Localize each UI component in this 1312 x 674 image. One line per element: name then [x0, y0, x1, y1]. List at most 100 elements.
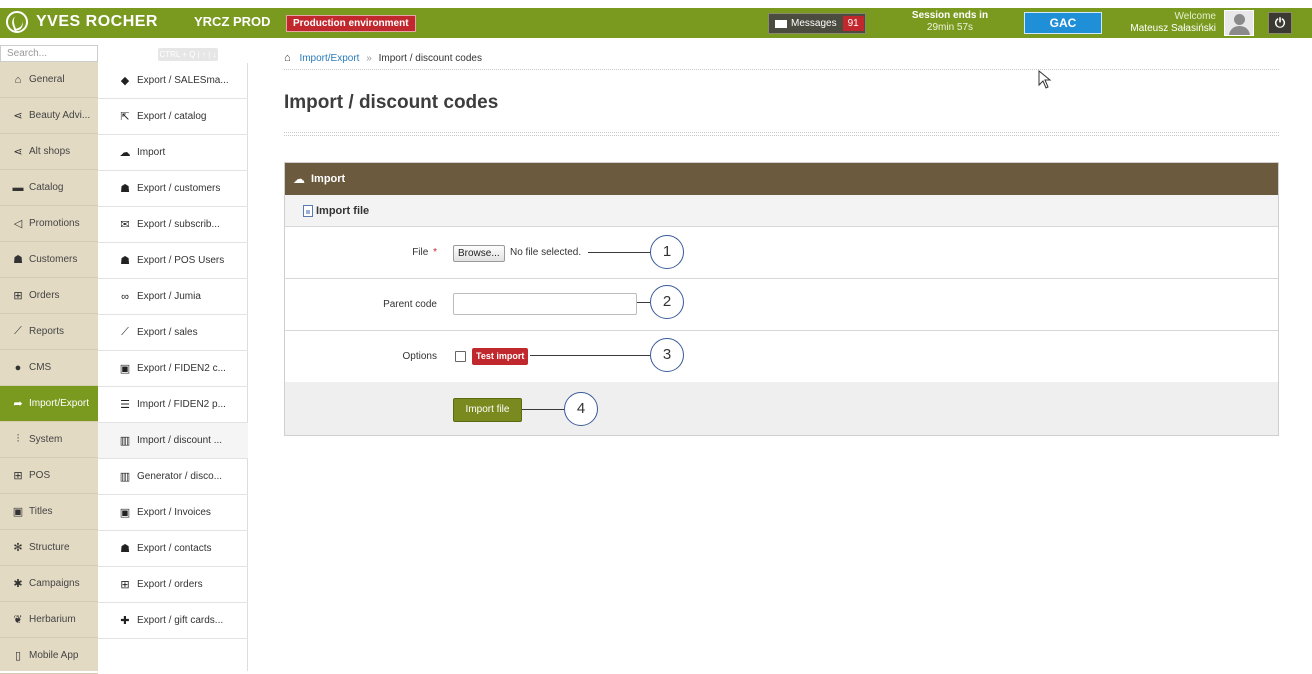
parent-code-label: Parent code	[383, 299, 437, 310]
submenu-item-label: Export / SALESma...	[137, 75, 229, 86]
sidebar-item-herbarium[interactable]: ❦ Herbarium	[0, 602, 98, 638]
submenu-item[interactable]: ▥ Generator / disco...	[98, 459, 248, 495]
options-row: Options	[285, 331, 1278, 383]
sidebar-item-campaigns[interactable]: ✱ Campaigns	[0, 566, 98, 602]
share-arrow-icon: ➦	[13, 398, 23, 410]
sidebar-item-general[interactable]: ⌂ General	[0, 62, 98, 98]
submenu-item[interactable]: ☰ Import / FIDEN2 p...	[98, 387, 248, 423]
mobile-icon: ▯	[14, 650, 22, 662]
submenu-item[interactable]: ◆ Export / SALESma...	[98, 63, 248, 99]
sidebar-item-orders[interactable]: ⊞ Orders	[0, 278, 98, 314]
sidebar-item-import-export[interactable]: ➦ Import/Export	[0, 386, 98, 422]
required-marker: *	[433, 247, 437, 258]
sidebar-item-structure[interactable]: ✻ Structure	[0, 530, 98, 566]
breadcrumb-current: Import / discount codes	[378, 53, 482, 64]
user-icon: ☗	[120, 255, 130, 267]
link-icon: ∞	[121, 290, 129, 303]
sidebar-item-label: Mobile App	[29, 650, 79, 661]
callout-2: 2	[650, 285, 684, 319]
submenu-item[interactable]: ⟋ Export / sales	[98, 315, 248, 351]
sidebar-item-beauty-advi[interactable]: ⋖ Beauty Advi...	[0, 98, 98, 134]
chart-icon: ⟋	[14, 325, 22, 337]
cart-icon: ⊞	[13, 470, 23, 482]
parent-code-row: Parent code	[285, 279, 1278, 331]
submenu-item[interactable]: ☗ Export / customers	[98, 171, 248, 207]
search-shortcut-hint: CTRL + Q | ↑ | ↓	[158, 48, 218, 61]
submenu-item[interactable]: ☗ Export / contacts	[98, 531, 248, 567]
sidebar-item-pos[interactable]: ⊞ POS	[0, 458, 98, 494]
share-icon: ⋖	[13, 146, 23, 158]
home-icon[interactable]: ⌂	[284, 52, 291, 64]
sidebar-item-alt-shops[interactable]: ⋖ Alt shops	[0, 134, 98, 170]
browse-button[interactable]: Browse...	[453, 245, 505, 262]
users-icon: ☗	[120, 543, 130, 555]
messages-button[interactable]: Messages 91	[768, 13, 866, 34]
brand-logo[interactable]: YVES ROCHER	[6, 11, 158, 33]
sidebar-item-mobile-app[interactable]: ▯ Mobile App	[0, 638, 98, 674]
submenu-item-label: Import	[137, 147, 166, 158]
form-actions: Import file	[285, 382, 1278, 435]
callout-line-2	[637, 302, 650, 303]
sidebar-item-promotions[interactable]: ◁ Promotions	[0, 206, 98, 242]
test-import-checkbox[interactable]	[455, 351, 466, 362]
folder-icon: ▬	[12, 181, 24, 194]
sidebar-item-system[interactable]: ⫶ System	[0, 422, 98, 458]
power-icon: ⏻	[1274, 15, 1286, 30]
sidebar-item-label: Beauty Advi...	[29, 110, 91, 121]
file-row: File * Browse... No file selected.	[285, 227, 1278, 279]
panel-header: ☁ Import	[285, 163, 1278, 195]
submenu-item-label: Export / customers	[137, 183, 221, 194]
panel-title: Import	[311, 173, 346, 185]
barcode-icon: ▥	[119, 471, 131, 483]
submenu-item[interactable]: ▣ Export / Invoices	[98, 495, 248, 531]
chart-icon: ⟋	[121, 326, 129, 338]
breadcrumb-link-import-export[interactable]: Import/Export	[299, 53, 359, 64]
submenu-item-label: Export / orders	[137, 579, 203, 590]
submenu-item[interactable]: ▣ Export / FIDEN2 c...	[98, 351, 248, 387]
list-icon: ☰	[120, 399, 130, 411]
barcode-icon: ▥	[119, 435, 131, 447]
submenu-item[interactable]: ☗ Export / POS Users	[98, 243, 248, 279]
submenu: ◆ Export / SALESma... ⇱ Export / catalog ☁ Im…	[98, 63, 248, 671]
submenu-item[interactable]: ⇱ Export / catalog	[98, 99, 248, 135]
app-frame: YVES ROCHER YRCZ PROD Production environ…	[0, 0, 1312, 674]
options-label: Options	[402, 351, 437, 362]
section-header: Import file	[285, 195, 1278, 227]
sidebar-item-titles[interactable]: ▣ Titles	[0, 494, 98, 530]
callout-3: 3	[650, 338, 684, 372]
test-import-badge[interactable]: Test import	[472, 348, 529, 365]
submenu-item-label: Export / FIDEN2 c...	[137, 363, 226, 374]
submenu-item-label: Export / Invoices	[137, 507, 211, 518]
environment-name: YRCZ PROD	[194, 14, 271, 29]
submenu-item[interactable]: ✚ Export / gift cards...	[98, 603, 248, 639]
sidebar-item-label: Reports	[29, 326, 65, 337]
submenu-item-label: Import / FIDEN2 p...	[137, 399, 226, 410]
submenu-item[interactable]: ∞ Export / Jumia	[98, 279, 248, 315]
submenu-item[interactable]: ⊞ Export / orders	[98, 567, 248, 603]
share-icon: ⋖	[13, 110, 23, 122]
brand-name: YVES ROCHER	[36, 13, 158, 30]
cart-icon: ⊞	[13, 290, 23, 302]
logout-button[interactable]: ⏻	[1268, 12, 1292, 34]
file-label: File *	[285, 247, 437, 258]
gac-button[interactable]: GAC	[1024, 12, 1102, 34]
sidebar-item-customers[interactable]: ☗ Customers	[0, 242, 98, 278]
cart-icon: ⊞	[120, 579, 130, 591]
search-input[interactable]: Search...	[0, 45, 98, 62]
submenu-item[interactable]: ✉ Export / subscrib...	[98, 207, 248, 243]
sidebar: Search... ⌂ General ⋖ Beauty Advi... ⋖ Alt sh…	[0, 45, 98, 674]
avatar[interactable]	[1224, 10, 1254, 36]
users-icon: ☗	[13, 254, 23, 266]
sidebar-item-catalog[interactable]: ▬ Catalog	[0, 170, 98, 206]
user-name: Mateusz Sałasiński	[1130, 23, 1216, 34]
envelope-icon: ✉	[120, 219, 130, 231]
submenu-item[interactable]: ▥ Import / discount ...	[98, 423, 248, 459]
sidebar-item-reports[interactable]: ⟋ Reports	[0, 314, 98, 350]
session-time: 29min 57s	[926, 22, 974, 33]
sidebar-item-label: Customers	[29, 254, 78, 265]
submenu-item[interactable]: ☁ Import	[98, 135, 248, 171]
parent-code-field[interactable]	[453, 293, 637, 315]
sidebar-item-cms[interactable]: ● CMS	[0, 350, 98, 386]
import-file-button[interactable]: Import file	[453, 398, 522, 422]
gift-icon: ✚	[120, 615, 130, 627]
